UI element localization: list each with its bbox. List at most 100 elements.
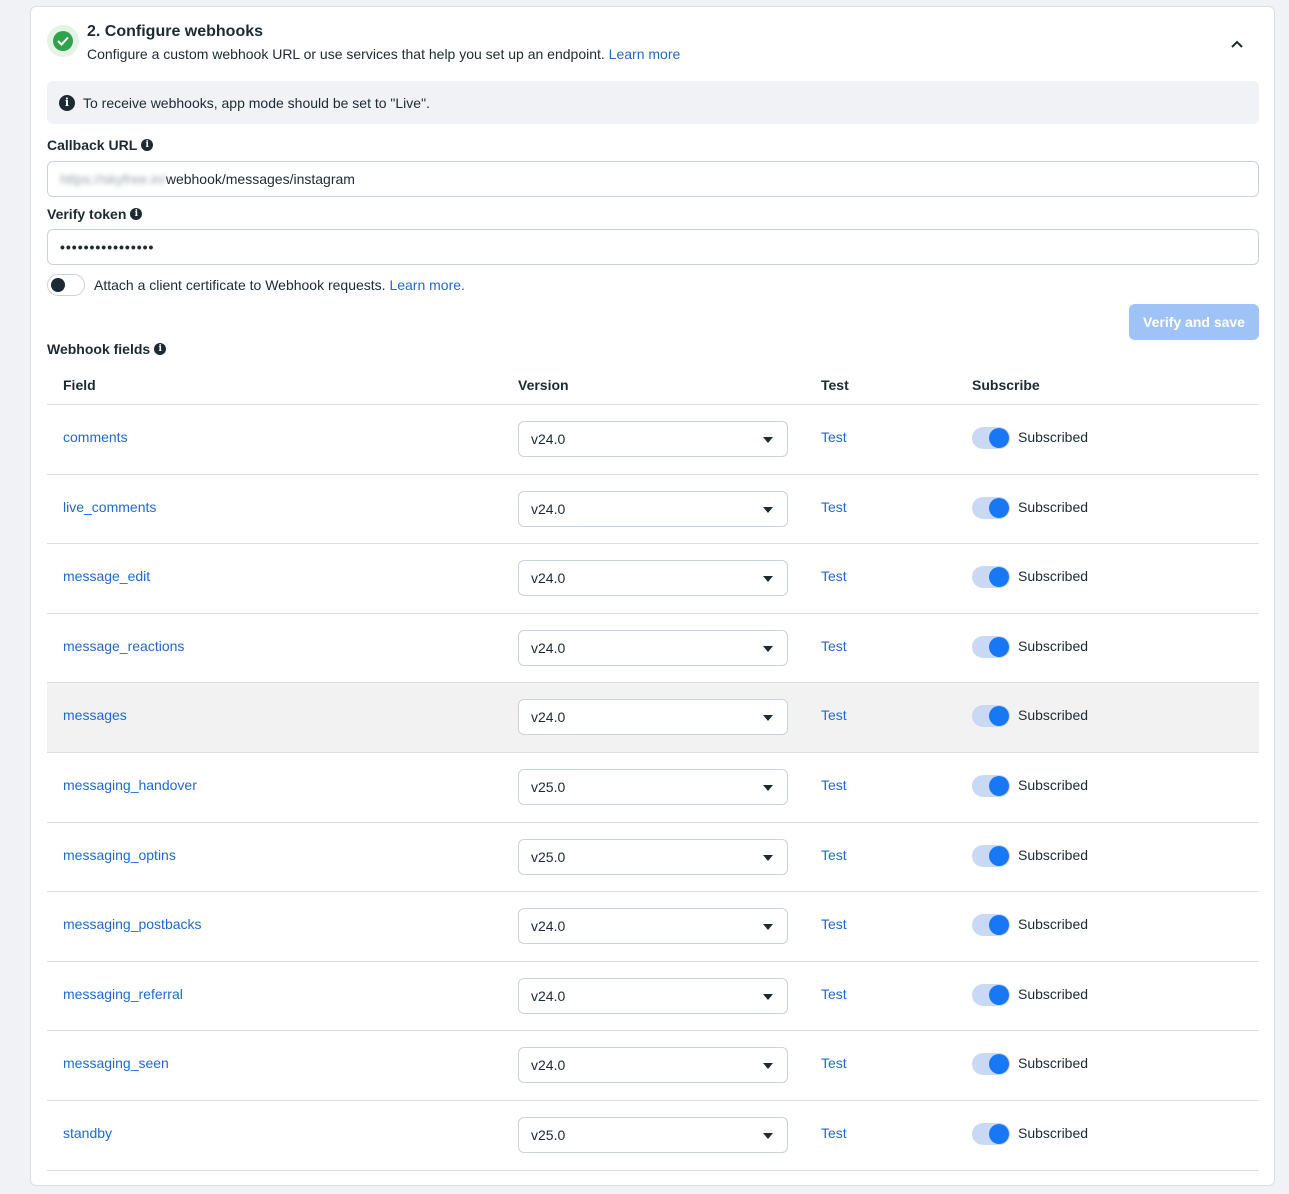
test-link[interactable]: Test bbox=[821, 429, 847, 445]
test-link[interactable]: Test bbox=[821, 1055, 847, 1071]
test-link[interactable]: Test bbox=[821, 916, 847, 932]
callback-url-suffix: webhook/messages/instagram bbox=[165, 171, 355, 187]
info-icon[interactable]: i bbox=[141, 139, 154, 152]
version-value: v24.0 bbox=[531, 570, 566, 587]
verify-and-save-button[interactable]: Verify and save bbox=[1129, 304, 1259, 340]
test-link[interactable]: Test bbox=[821, 847, 847, 863]
subscribe-toggle[interactable] bbox=[972, 427, 1010, 449]
subscribe-toggle[interactable] bbox=[972, 1122, 1010, 1145]
step-description-text: Configure a custom webhook URL or use se… bbox=[87, 46, 605, 62]
check-circle-icon bbox=[47, 25, 79, 57]
subscribe-toggle[interactable] bbox=[972, 983, 1010, 1006]
info-icon[interactable]: i bbox=[154, 343, 167, 356]
subscribe-toggle[interactable] bbox=[972, 844, 1010, 867]
step-title: 2. Configure webhooks bbox=[87, 23, 264, 40]
chevron-up-icon[interactable] bbox=[1230, 39, 1244, 49]
field-link-messaging-postbacks[interactable]: messaging_postbacks bbox=[63, 916, 202, 932]
subscription-status: Subscribed bbox=[1018, 707, 1089, 724]
test-link[interactable]: Test bbox=[821, 986, 847, 1002]
webhook-fields-label-text: Webhook fields bbox=[47, 341, 151, 357]
version-select[interactable]: v24.0 bbox=[518, 560, 788, 597]
field-link-message-reactions[interactable]: message_reactions bbox=[63, 638, 184, 654]
version-value: v24.0 bbox=[531, 500, 566, 517]
table-row: messaging_handover v25.0 Test Subscribed bbox=[47, 753, 1259, 823]
table-row: messaging_referral v24.0 Test Subscribed bbox=[47, 962, 1259, 1032]
caret-down-icon bbox=[763, 437, 773, 443]
column-version: Version bbox=[518, 377, 569, 393]
version-value: v24.0 bbox=[531, 1057, 566, 1074]
field-link-messaging-optins[interactable]: messaging_optins bbox=[63, 847, 176, 863]
test-link[interactable]: Test bbox=[821, 707, 847, 723]
callback-url-prefix: https://skyfree.in/ bbox=[60, 171, 166, 187]
webhook-fields-table: Field Version Test Subscribe comments v24… bbox=[47, 367, 1259, 1171]
verify-token-input[interactable]: •••••••••••••••• bbox=[47, 229, 1259, 265]
info-banner-text: To receive webhooks, app mode should be … bbox=[83, 94, 430, 111]
subscribe-toggle[interactable] bbox=[972, 914, 1010, 937]
table-header: Field Version Test Subscribe bbox=[47, 367, 1259, 405]
version-select[interactable]: v24.0 bbox=[518, 977, 788, 1014]
certificate-learn-more-link[interactable]: Learn more. bbox=[389, 277, 464, 293]
test-link[interactable]: Test bbox=[821, 568, 847, 584]
learn-more-link[interactable]: Learn more bbox=[609, 46, 681, 62]
column-field: Field bbox=[63, 377, 96, 393]
step-header[interactable]: 2. Configure webhooks Configure a custom… bbox=[47, 21, 1258, 71]
version-select[interactable]: v24.0 bbox=[518, 699, 788, 736]
field-link-messaging-handover[interactable]: messaging_handover bbox=[63, 777, 197, 793]
field-link-messaging-referral[interactable]: messaging_referral bbox=[63, 986, 183, 1002]
version-select[interactable]: v24.0 bbox=[518, 908, 788, 945]
subscription-status: Subscribed bbox=[1018, 985, 1089, 1002]
version-value: v24.0 bbox=[531, 918, 566, 935]
subscribe-toggle[interactable] bbox=[972, 705, 1010, 728]
caret-down-icon bbox=[763, 924, 773, 931]
callback-url-label: Callback URL i bbox=[47, 137, 154, 153]
info-banner: i To receive webhooks, app mode should b… bbox=[47, 81, 1259, 124]
client-certificate-toggle[interactable] bbox=[47, 274, 85, 296]
verify-token-label: Verify token i bbox=[47, 206, 143, 222]
caret-down-icon bbox=[763, 993, 773, 1000]
version-select[interactable]: v25.0 bbox=[518, 768, 788, 805]
field-link-message-edit[interactable]: message_edit bbox=[63, 568, 150, 584]
caret-down-icon bbox=[763, 854, 773, 861]
table-row: messaging_optins v25.0 Test Subscribed bbox=[47, 823, 1259, 893]
version-select[interactable]: v25.0 bbox=[518, 838, 788, 875]
version-select[interactable]: v24.0 bbox=[518, 629, 788, 666]
caret-down-icon bbox=[763, 715, 773, 722]
step-description: Configure a custom webhook URL or use se… bbox=[87, 46, 680, 62]
test-link[interactable]: Test bbox=[821, 1125, 847, 1141]
field-link-comments[interactable]: comments bbox=[63, 429, 128, 445]
subscribe-toggle[interactable] bbox=[972, 566, 1010, 589]
test-link[interactable]: Test bbox=[821, 499, 847, 515]
info-icon: i bbox=[59, 94, 75, 111]
field-link-messaging-seen[interactable]: messaging_seen bbox=[63, 1055, 169, 1071]
caret-down-icon bbox=[763, 784, 773, 791]
table-row: message_edit v24.0 Test Subscribed bbox=[47, 544, 1259, 614]
field-link-standby[interactable]: standby bbox=[63, 1125, 112, 1141]
version-select[interactable]: v24.0 bbox=[518, 490, 788, 527]
test-link[interactable]: Test bbox=[821, 777, 847, 793]
version-value: v24.0 bbox=[531, 639, 566, 656]
subscribe-toggle[interactable] bbox=[972, 635, 1010, 658]
client-certificate-row: Attach a client certificate to Webhook r… bbox=[47, 274, 465, 296]
version-select[interactable]: v24.0 bbox=[518, 1047, 788, 1084]
caret-down-icon bbox=[763, 576, 773, 583]
callback-url-input[interactable]: https://skyfree.in/ webhook/messages/ins… bbox=[47, 161, 1259, 197]
version-value: v24.0 bbox=[531, 431, 566, 447]
subscribe-toggle[interactable] bbox=[972, 496, 1010, 519]
caret-down-icon bbox=[763, 506, 773, 513]
info-icon[interactable]: i bbox=[130, 208, 143, 221]
column-subscribe: Subscribe bbox=[972, 377, 1040, 393]
subscription-status: Subscribed bbox=[1018, 568, 1089, 585]
caret-down-icon bbox=[763, 1063, 773, 1070]
version-select[interactable]: v25.0 bbox=[518, 1116, 788, 1153]
version-select[interactable]: v24.0 bbox=[518, 421, 788, 457]
caret-down-icon bbox=[763, 645, 773, 652]
version-value: v25.0 bbox=[531, 778, 566, 795]
field-link-messages[interactable]: messages bbox=[63, 707, 127, 723]
field-link-live-comments[interactable]: live_comments bbox=[63, 499, 156, 515]
subscription-status: Subscribed bbox=[1018, 498, 1089, 515]
subscribe-toggle[interactable] bbox=[972, 774, 1010, 797]
test-link[interactable]: Test bbox=[821, 638, 847, 654]
table-row: standby v25.0 Test Subscribed bbox=[47, 1101, 1259, 1171]
subscribe-toggle[interactable] bbox=[972, 1053, 1010, 1076]
table-body: comments v24.0 Test Subscribed live_comments… bbox=[47, 405, 1259, 1171]
